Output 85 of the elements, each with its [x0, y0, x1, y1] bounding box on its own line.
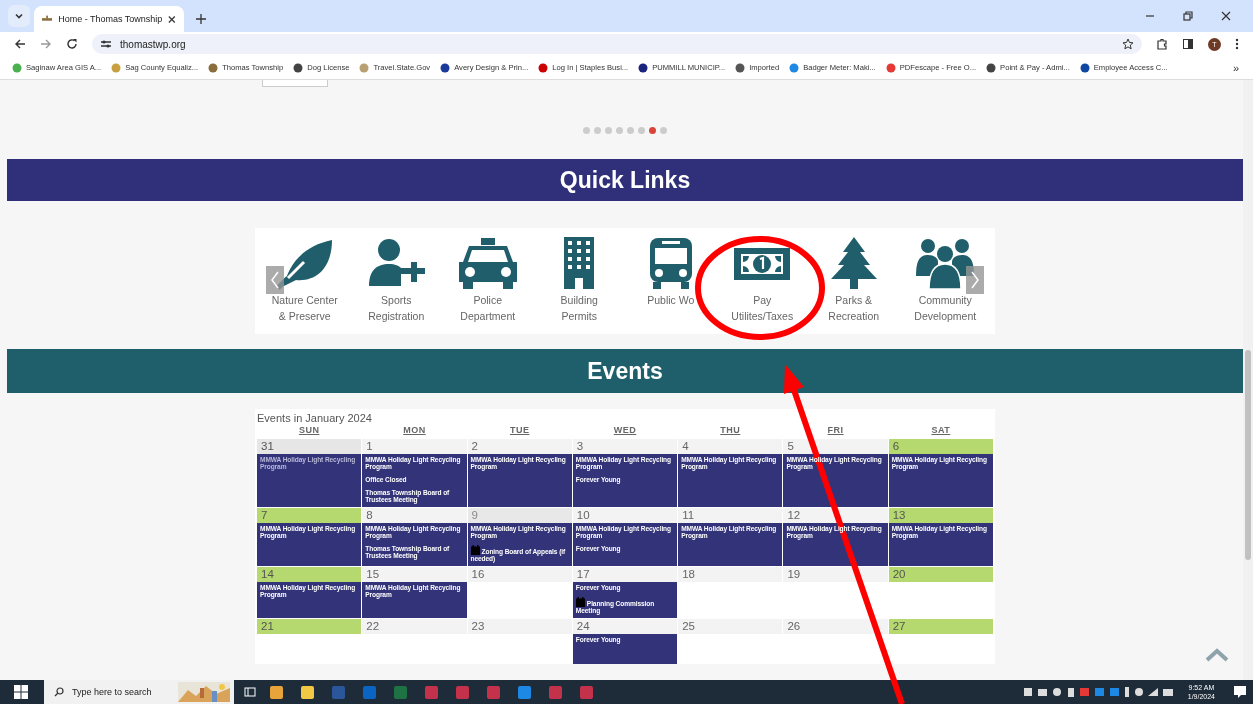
new-tab-icon[interactable]	[196, 14, 206, 24]
day-number: 9	[467, 508, 572, 523]
quick-link-label[interactable]: Pay Utilites/Taxes	[731, 292, 794, 324]
day-number: 21	[257, 619, 362, 634]
taskbar-app-icon[interactable]	[518, 685, 531, 699]
section-title: Events	[587, 357, 663, 385]
weekday-header: SAT	[930, 424, 952, 437]
more-bookmarks-button[interactable]: »	[1232, 61, 1239, 74]
weekday-header: THU	[719, 424, 742, 437]
restore-icon[interactable]	[1183, 11, 1193, 21]
quick-link-label[interactable]: Nature Center & Preserve	[271, 292, 338, 324]
site-settings-icon[interactable]	[100, 39, 112, 49]
carousel-dot[interactable]	[637, 127, 645, 134]
day-number: 7	[257, 508, 362, 523]
close-tab-icon[interactable]	[168, 14, 176, 24]
day-number: 17	[572, 567, 678, 582]
close-icon[interactable]	[1221, 11, 1231, 21]
day-number: 31	[257, 439, 362, 454]
quick-link-label[interactable]: Public Wo	[647, 292, 695, 308]
day-number: 19	[783, 567, 888, 582]
day-number: 24	[572, 619, 678, 634]
day-number: 6	[888, 439, 993, 454]
day-number: 10	[572, 508, 678, 523]
tab-title: Home - Thomas Township	[58, 14, 163, 24]
day-number: 5	[783, 439, 888, 454]
quick-link-label[interactable]: Building Permits	[560, 292, 598, 324]
weekday-header: SUN	[297, 424, 321, 437]
quick-link-label[interactable]: Parks & Recreation	[828, 292, 880, 324]
chevron-down-icon	[14, 11, 24, 21]
extensions-icon[interactable]	[1156, 38, 1168, 50]
carousel-dot[interactable]	[659, 127, 667, 134]
taskbar-search-field[interactable]: Type here to search	[44, 680, 234, 704]
day-number: 26	[783, 619, 888, 634]
url-text: thomastwp.org	[120, 38, 186, 50]
weekday-header: FRI	[826, 424, 845, 437]
day-number: 22	[362, 619, 467, 634]
day-number: 23	[467, 619, 572, 634]
day-number: 16	[467, 567, 572, 582]
day-number: 27	[888, 619, 993, 634]
quick-link-label[interactable]: Sports Registration	[368, 292, 425, 324]
carousel-dot[interactable]	[615, 127, 623, 134]
quick-link-label[interactable]: Community Development	[914, 292, 977, 324]
browser-tab[interactable]: Home - Thomas Township	[34, 6, 184, 32]
day-number: 20	[888, 567, 993, 582]
back-icon[interactable]	[14, 38, 26, 50]
carousel-dot[interactable]	[593, 127, 601, 134]
day-number: 11	[678, 508, 783, 523]
side-panel-icon[interactable]	[1182, 38, 1194, 50]
carousel-dot[interactable]	[648, 127, 656, 134]
day-number: 18	[678, 567, 783, 582]
site-favicon-icon	[42, 15, 53, 23]
search-icon	[54, 687, 64, 697]
weekday-header: MON	[402, 424, 427, 437]
carousel-dot[interactable]	[604, 127, 612, 134]
address-bar[interactable]: thomastwp.org	[92, 34, 1142, 54]
tab-search-button[interactable]	[8, 5, 30, 27]
car-icon[interactable]	[456, 236, 519, 290]
reload-icon[interactable]	[66, 38, 78, 50]
day-number: 12	[783, 508, 888, 523]
scrollbar[interactable]	[1243, 80, 1253, 680]
day-number: 4	[678, 439, 783, 454]
section-title: Quick Links	[559, 166, 691, 194]
bookmark-star-icon[interactable]	[1122, 38, 1134, 50]
calendar-title: Events in January 2024	[257, 412, 373, 424]
day-number: 2	[467, 439, 572, 454]
taskbar-app-icon[interactable]	[270, 685, 283, 699]
taskbar-app-icon[interactable]	[301, 685, 314, 699]
day-number: 14	[257, 567, 362, 582]
day-number: 8	[362, 508, 467, 523]
carousel-dot[interactable]	[582, 127, 590, 134]
menu-icon[interactable]	[1235, 38, 1239, 50]
forward-icon[interactable]	[40, 38, 52, 50]
weekday-header: WED	[612, 424, 638, 437]
day-number: 3	[572, 439, 678, 454]
weekday-header: TUE	[508, 424, 531, 437]
day-number: 25	[678, 619, 783, 634]
system-tray-icons[interactable]	[1023, 686, 1174, 698]
quick-link-label[interactable]: Police Department	[460, 292, 516, 324]
carousel-dot[interactable]	[626, 127, 634, 134]
day-number: 1	[362, 439, 467, 454]
notifications-icon[interactable]	[1233, 685, 1247, 699]
windows-start-icon[interactable]	[14, 685, 28, 699]
task-view-icon[interactable]	[244, 686, 256, 698]
day-number: 15	[362, 567, 467, 582]
day-number: 13	[888, 508, 993, 523]
